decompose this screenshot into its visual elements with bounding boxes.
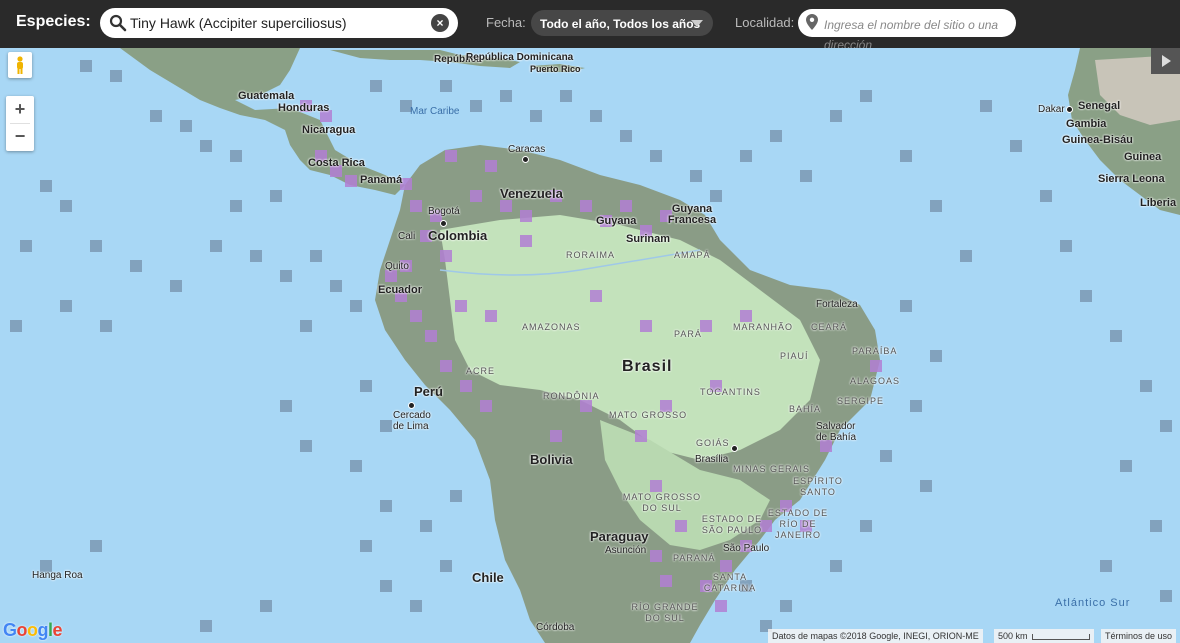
label-salvador: Salvador de Bahía [816,421,857,443]
chevron-down-icon [691,20,703,27]
location-input[interactable]: Ingresa el nombre del sitio o una direcc… [798,9,1016,52]
species-search-input[interactable]: Tiny Hawk (Accipiter superciliosus) × [100,8,458,38]
city-dot-caracas [522,156,529,163]
label-paraiba: PARAÍBA [852,346,898,356]
label-venezuela: Venezuela [500,186,563,201]
panel-toggle-button[interactable] [1151,48,1180,74]
label-bahia: BAHÍA [789,404,822,414]
label-caracas: Caracas [508,144,546,155]
label-paraguay: Paraguay [590,529,649,544]
map-attribution: Datos de mapas ©2018 Google, INEGI, ORIO… [768,629,983,643]
label-mato-grosso-sul: MATO GROSSO DO SUL [622,492,702,513]
zoom-in-button[interactable]: + [6,96,34,123]
map-layer [0,48,1180,643]
pegman-icon [17,56,23,74]
label-bogota: Bogotá [428,206,460,217]
google-logo: Google [3,620,63,640]
label-guinea-bisau: Guinea-Bisáu [1062,134,1133,146]
label-sierra-leona: Sierra Leona [1098,173,1165,185]
search-icon [109,14,127,32]
label-piaui: PIAUÍ [780,351,809,361]
label-tocantins: TOCANTINS [700,387,761,397]
label-lima: Cercado de Lima [393,410,431,432]
species-label: Especies: [16,13,91,30]
label-guyana: Guyana [596,215,637,227]
label-fortaleza: Fortaleza [816,299,858,310]
label-bolivia: Bolivia [530,452,573,467]
scale-label: 500 km [998,631,1028,641]
label-panama: Panamá [360,174,403,186]
label-chile: Chile [472,570,504,585]
city-dot-lima [408,402,415,409]
label-rio-janeiro: ESTADO DE RÍO DE JANEIRO [767,508,829,540]
label-cali: Cali [398,231,416,242]
label-amazonas: AMAZONAS [522,322,581,332]
label-brasil: Brasil [622,358,673,375]
label-quito: Quito [385,261,409,272]
scale-control[interactable]: 500 km [994,629,1094,643]
location-label: Localidad: [735,15,795,30]
map-canvas[interactable]: Guatemala Honduras Nicaragua Costa Rica … [0,48,1180,643]
zoom-control: + − [6,96,34,151]
label-acre: ACRE [466,366,496,376]
label-surinam: Surinam [626,233,671,245]
species-value: Tiny Hawk (Accipiter superciliosus) [130,15,347,31]
label-sergipe: SERGIPE [837,396,885,406]
label-alagoas: ALAGOAS [850,376,901,386]
label-minas-gerais: MINAS GERAIS [733,464,811,474]
label-dakar: Dakar [1038,104,1065,115]
label-honduras: Honduras [278,102,330,114]
label-amapa: AMAPÁ [674,250,711,260]
city-dot-brasilia [731,445,738,452]
label-dominicana-2: República Dominicana [466,52,574,63]
label-para: PARÁ [674,329,702,339]
city-dot-dakar [1066,106,1073,113]
date-dropdown[interactable]: Todo el año, Todos los años [531,10,713,36]
label-roraima: RORAIMA [566,250,616,260]
label-parana: PARANÁ [673,553,716,563]
clear-icon[interactable]: × [431,14,449,32]
top-toolbar: Especies: Tiny Hawk (Accipiter supercili… [0,0,1180,52]
label-senegal: Senegal [1078,100,1121,112]
label-santa-catarina: SANTA CATARINA [703,572,757,593]
label-colombia: Colombia [428,228,488,243]
label-brasilia: Brasília [695,454,729,465]
label-liberia: Liberia [1140,197,1177,209]
city-dot-bogota [440,220,447,227]
label-espirito-santo: ESPÍRITO SANTO [793,476,843,497]
label-atlantico-sur: Atlántico Sur [1055,597,1131,609]
zoom-out-button[interactable]: − [6,123,34,150]
label-gambia: Gambia [1066,118,1107,130]
label-ecuador: Ecuador [378,284,423,296]
label-costa-rica: Costa Rica [308,157,365,169]
label-puerto-rico: Puerto Rico [530,64,581,74]
date-value: Todo el año, Todos los años [540,17,701,31]
play-arrow-icon [1162,55,1171,67]
label-guatemala: Guatemala [238,90,295,102]
label-mato-grosso: MATO GROSSO [609,410,688,420]
label-estado-sp: ESTADO DE SÃO PAULO [701,514,763,535]
label-peru: Perú [414,384,443,399]
label-hanga-roa: Hanga Roa [32,570,83,581]
location-pin-icon [806,14,818,30]
label-nicaragua: Nicaragua [302,124,356,136]
label-goias: GOIÁS [696,438,730,448]
label-cordoba: Córdoba [536,622,575,633]
street-view-pegman[interactable] [8,52,32,78]
label-maranhao: MARANHÃO [733,322,794,332]
scale-bar [1031,633,1090,640]
label-mar-caribe: Mar Caribe [410,106,460,117]
label-sao-paulo: São Paulo [723,543,770,554]
date-label: Fecha: [486,15,526,30]
label-ceara: CEARÁ [811,322,848,332]
label-guinea: Guinea [1124,151,1162,163]
label-rondonia: RONDÔNIA [543,391,600,401]
label-asuncion: Asunción [605,545,647,556]
terms-link[interactable]: Términos de uso [1101,629,1177,643]
label-rio-grande-sul: RÍO GRANDE DO SUL [631,602,699,623]
label-guyana-francesa: Guyana Francesa [667,203,717,226]
